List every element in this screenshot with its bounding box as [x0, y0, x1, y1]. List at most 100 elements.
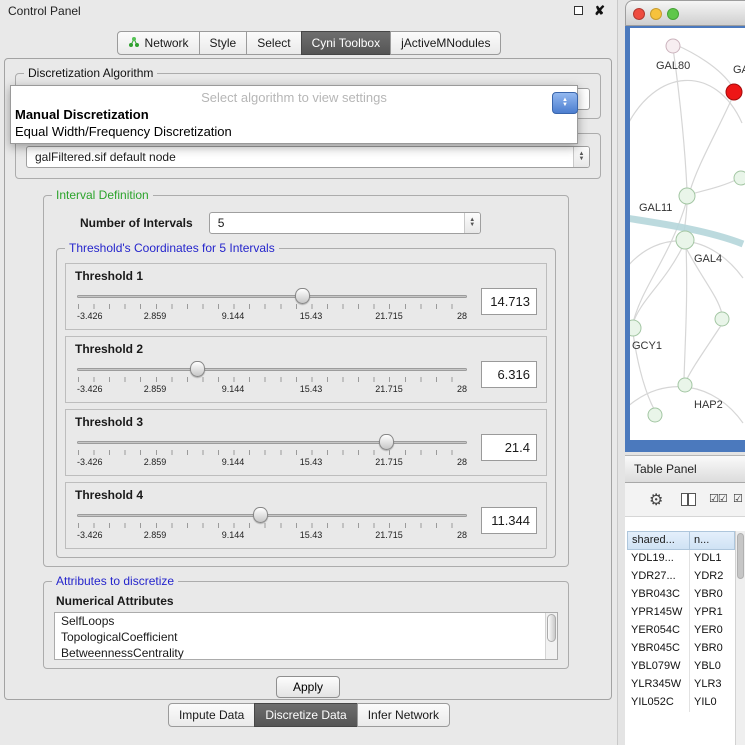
table-row[interactable]: YER054CYER0: [627, 622, 735, 640]
float-window-icon[interactable]: [574, 6, 583, 15]
scale-label: 15.43: [300, 384, 323, 394]
node-selected-red[interactable]: [726, 84, 742, 100]
slider-thumb[interactable]: [190, 361, 205, 377]
slider-thumb[interactable]: [295, 288, 310, 304]
scale-label: 9.144: [222, 311, 245, 321]
slider-track: [77, 514, 467, 517]
threshold-value-field[interactable]: 11.344: [481, 507, 537, 534]
combo-stepper-icon: ▲▼: [464, 213, 480, 233]
scale-label: 28: [457, 311, 467, 321]
threshold-label: Threshold 1: [75, 269, 537, 286]
down-arrow-icon: ▼: [562, 103, 568, 108]
threshold-slider[interactable]: -3.426 2.859 9.144 15.43 21.715 28: [75, 286, 469, 326]
slider-track: [77, 368, 467, 371]
node[interactable]: [734, 171, 745, 185]
threshold-value-field[interactable]: 14.713: [481, 288, 537, 315]
tab-jactivemnodules[interactable]: jActiveMNodules: [390, 31, 501, 55]
tab-select[interactable]: Select: [246, 31, 301, 55]
function-icon[interactable]: ☑: [733, 492, 743, 505]
node-hap2[interactable]: [678, 378, 692, 392]
table-row[interactable]: YBR045CYBR0: [627, 640, 735, 658]
column-header-name[interactable]: n...: [689, 531, 735, 550]
threshold-slider[interactable]: -3.426 2.859 9.144 15.43 21.715 28: [75, 359, 469, 399]
slider-ticks: [78, 523, 467, 528]
tab-discretize-data[interactable]: Discretize Data: [254, 703, 357, 727]
threshold-panel: Threshold 1 -3.426 2.859 9.144 15.43: [65, 263, 547, 330]
network-frame: GAL80 GA GAL11 GAL4 GCY1 HAP2: [625, 26, 745, 452]
table-row[interactable]: YDL19...YDL1: [627, 550, 735, 568]
dropdown-placeholder-item[interactable]: Select algorithm to view settings: [11, 88, 577, 106]
node-label: HAP2: [694, 399, 723, 411]
column-header-shared-name[interactable]: shared...: [627, 531, 690, 550]
table-row[interactable]: YIL052CYIL0: [627, 694, 735, 712]
cell: YBR0: [690, 640, 735, 658]
select-columns-icon[interactable]: ☑☑: [709, 492, 727, 505]
threshold-value-field[interactable]: 6.316: [481, 361, 537, 388]
node-gcy1[interactable]: [630, 320, 641, 336]
algorithm-combo-button[interactable]: ▲▼: [552, 92, 578, 114]
node-gal4[interactable]: [676, 231, 694, 249]
control-panel-titlebar: Control Panel ✘: [0, 0, 617, 22]
list-item[interactable]: BetweennessCentrality: [55, 645, 557, 660]
columns-icon[interactable]: [681, 493, 696, 506]
slider-thumb[interactable]: [253, 507, 268, 523]
cell: YDL19...: [627, 550, 690, 568]
network-canvas[interactable]: GAL80 GA GAL11 GAL4 GCY1 HAP2: [630, 28, 745, 440]
gear-icon[interactable]: ⚙: [649, 490, 663, 510]
network-graph: GAL80 GA GAL11 GAL4 GCY1 HAP2: [630, 28, 745, 440]
apply-button[interactable]: Apply: [276, 676, 340, 698]
table-data-combobox[interactable]: galFiltered.sif default node ▲▼: [26, 146, 590, 168]
control-panel-window: Control Panel ✘ Network Style Select Cyn…: [0, 0, 618, 745]
close-traffic-light[interactable]: [633, 8, 645, 20]
threshold-panel: Threshold 3 -3.426 2.859 9.144 15.43: [65, 409, 547, 476]
table-row[interactable]: YPR145WYPR1: [627, 604, 735, 622]
apply-row: Apply: [5, 676, 611, 698]
number-of-intervals-combobox[interactable]: 5 ▲▼: [209, 212, 481, 234]
interval-definition-group: Interval Definition Number of Intervals …: [43, 195, 569, 567]
close-icon[interactable]: ✘: [594, 3, 605, 19]
cell: YER054C: [627, 622, 690, 640]
scale-label: 21.715: [375, 384, 403, 394]
dropdown-item-manual[interactable]: Manual Discretization: [11, 106, 577, 123]
table-row[interactable]: YDR27...YDR2: [627, 568, 735, 586]
scale-label: 2.859: [144, 311, 167, 321]
top-tab-bar: Network Style Select Cyni Toolbox jActiv…: [0, 31, 618, 55]
table-row[interactable]: YBL079WYBL0: [627, 658, 735, 676]
threshold-slider[interactable]: -3.426 2.859 9.144 15.43 21.715 28: [75, 432, 469, 472]
tab-label: Cyni Toolbox: [312, 36, 380, 50]
node[interactable]: [715, 312, 729, 326]
scrollbar-thumb[interactable]: [737, 533, 744, 579]
tab-network[interactable]: Network: [117, 31, 200, 55]
node[interactable]: [648, 408, 662, 422]
scrollbar-thumb[interactable]: [547, 614, 556, 642]
threshold-slider[interactable]: -3.426 2.859 9.144 15.43 21.715 28: [75, 505, 469, 545]
table-row[interactable]: YLR345WYLR3: [627, 676, 735, 694]
list-scrollbar[interactable]: [545, 613, 557, 659]
scale-label: 28: [457, 384, 467, 394]
threshold-value-field[interactable]: 21.4: [481, 434, 537, 461]
tab-infer-network[interactable]: Infer Network: [357, 703, 450, 727]
dropdown-item-equal-width[interactable]: Equal Width/Frequency Discretization: [11, 123, 577, 140]
slider-thumb[interactable]: [379, 434, 394, 450]
list-item[interactable]: TopologicalCoefficient: [55, 629, 557, 645]
table-panel-title: Table Panel: [634, 462, 697, 476]
list-item[interactable]: SelfLoops: [55, 613, 557, 629]
minimize-traffic-light[interactable]: [650, 8, 662, 20]
table-toolbar: ⚙ ☑☑ ☑: [625, 483, 745, 517]
table-row[interactable]: YBR043CYBR0: [627, 586, 735, 604]
scale-label: 15.43: [300, 457, 323, 467]
scale-label: 9.144: [222, 457, 245, 467]
tab-style[interactable]: Style: [199, 31, 248, 55]
table-scrollbar[interactable]: [735, 531, 745, 745]
slider-track: [77, 295, 467, 298]
tab-impute-data[interactable]: Impute Data: [168, 703, 255, 727]
node-gal80[interactable]: [666, 39, 680, 53]
network-view-window: GAL80 GA GAL11 GAL4 GCY1 HAP2: [625, 0, 745, 452]
threshold-panel: Threshold 4 -3.426 2.859 9.144 15.43: [65, 482, 547, 549]
zoom-traffic-light[interactable]: [667, 8, 679, 20]
group-title: Threshold's Coordinates for 5 Intervals: [65, 241, 279, 255]
node-label: GAL80: [656, 60, 690, 72]
group-title: Interval Definition: [52, 188, 153, 202]
node-gal11[interactable]: [679, 188, 695, 204]
tab-cyni-toolbox[interactable]: Cyni Toolbox: [301, 31, 391, 55]
